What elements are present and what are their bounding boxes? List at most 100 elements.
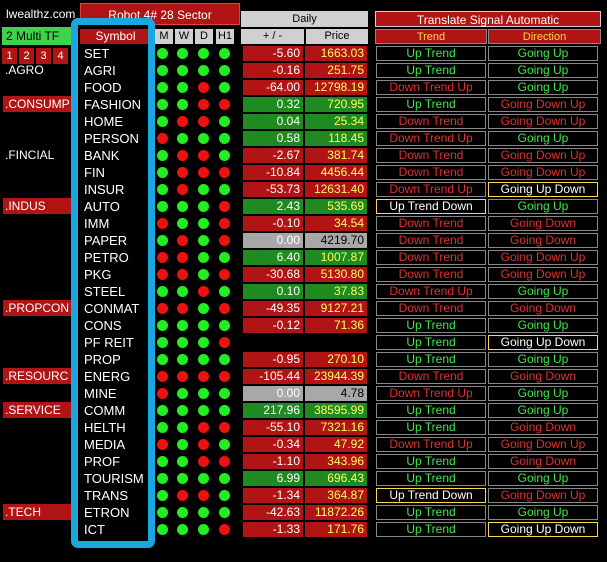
w-signal-dot: [177, 524, 188, 535]
w-signal-dot: [177, 354, 188, 365]
direction-signal-cell: Going Down Up: [488, 267, 598, 282]
d-signal-dot: [198, 48, 209, 59]
h1-signal-dot: [219, 99, 230, 110]
w-signal-dot: [177, 48, 188, 59]
h1-signal-dot: [219, 65, 230, 76]
price-cell: 270.10: [305, 352, 367, 367]
change-cell: -0.12: [243, 318, 303, 333]
m-signal-dot: [157, 303, 168, 314]
w-signal-dot: [177, 167, 188, 178]
translate-signal-header: Translate Signal Automatic: [375, 11, 601, 27]
trend-signal-cell: Down Trend Up: [376, 80, 486, 95]
m-signal-dot: [157, 184, 168, 195]
d-signal-dot: [198, 490, 209, 501]
change-cell: -10.84: [243, 165, 303, 180]
trend-signal-cell: Up Trend: [376, 352, 486, 367]
trend-signal-cell: Up Trend: [376, 63, 486, 78]
price-cell: 9127.21: [305, 301, 367, 316]
direction-signal-cell: Going Down Up: [488, 148, 598, 163]
trend-signal-cell: Down Trend: [376, 250, 486, 265]
direction-signal-cell: Going Down: [488, 369, 598, 384]
trend-signal-cell: Down Trend: [376, 233, 486, 248]
direction-signal-cell: Going Down: [488, 216, 598, 231]
m-signal-dot: [157, 150, 168, 161]
w-signal-dot: [177, 456, 188, 467]
direction-signal-cell: Going Up: [488, 386, 598, 401]
w-signal-dot: [177, 286, 188, 297]
change-cell: 0.00: [243, 233, 303, 248]
multi-tf-button[interactable]: 2 Multi TF: [2, 27, 74, 45]
d-signal-dot: [198, 354, 209, 365]
change-cell: -49.35: [243, 301, 303, 316]
direction-signal-cell: Going Down Up: [488, 250, 598, 265]
price-cell: 71.36: [305, 318, 367, 333]
h1-signal-dot: [219, 490, 230, 501]
m-signal-dot: [157, 82, 168, 93]
h1-signal-dot: [219, 167, 230, 178]
h1-signal-dot: [219, 252, 230, 263]
direction-signal-cell: Going Up: [488, 471, 598, 486]
trend-signal-cell: Down Trend: [376, 369, 486, 384]
trend-signal-cell: Down Trend: [376, 114, 486, 129]
d-signal-dot: [198, 439, 209, 450]
direction-signal-cell: Going Down Up: [488, 165, 598, 180]
h1-signal-dot: [219, 507, 230, 518]
brand-label: lwealthz.com: [6, 7, 76, 21]
direction-signal-cell: Going Up: [488, 80, 598, 95]
change-cell: -53.73: [243, 182, 303, 197]
h1-signal-dot: [219, 524, 230, 535]
m-signal-dot: [157, 388, 168, 399]
d-signal-dot: [198, 133, 209, 144]
w-signal-dot: [177, 371, 188, 382]
price-cell: 47.92: [305, 437, 367, 452]
w-signal-dot: [177, 133, 188, 144]
change-cell: -1.10: [243, 454, 303, 469]
trend-signal-cell: Up Trend Down: [376, 488, 486, 503]
direction-signal-cell: Going Down Up: [488, 437, 598, 452]
price-cell: 11872.26: [305, 505, 367, 520]
change-cell: -105.44: [243, 369, 303, 384]
m-signal-dot: [157, 235, 168, 246]
m-signal-dot: [157, 286, 168, 297]
direction-signal-cell: Going Up: [488, 318, 598, 333]
h1-signal-dot: [219, 201, 230, 212]
w-signal-dot: [177, 82, 188, 93]
d-signal-dot: [198, 422, 209, 433]
trend-signal-cell: Up Trend: [376, 454, 486, 469]
h1-signal-dot: [219, 269, 230, 280]
trend-signal-cell: Up Trend: [376, 46, 486, 61]
w-signal-dot: [177, 218, 188, 229]
m-signal-dot: [157, 252, 168, 263]
direction-signal-cell: Going Up: [488, 352, 598, 367]
h1-signal-dot: [219, 456, 230, 467]
w-signal-dot: [177, 235, 188, 246]
change-cell: -5.60: [243, 46, 303, 61]
d-signal-dot: [198, 456, 209, 467]
direction-signal-cell: Going Up: [488, 46, 598, 61]
price-cell: 34.54: [305, 216, 367, 231]
trend-signal-cell: Up Trend: [376, 403, 486, 418]
price-cell: 12631.40: [305, 182, 367, 197]
m-signal-dot: [157, 269, 168, 280]
change-cell: 6.40: [243, 250, 303, 265]
trend-signal-cell: Up Trend: [376, 318, 486, 333]
w-signal-dot: [177, 150, 188, 161]
trend-signal-cell: Up Trend Down: [376, 199, 486, 214]
m-signal-dot: [157, 490, 168, 501]
price-cell: 4456.44: [305, 165, 367, 180]
w-signal-dot: [177, 405, 188, 416]
price-cell: 118.45: [305, 131, 367, 146]
price-cell: 171.76: [305, 522, 367, 537]
h1-signal-dot: [219, 184, 230, 195]
d-signal-dot: [198, 388, 209, 399]
change-cell: 0.00: [243, 386, 303, 401]
price-cell: 535.69: [305, 199, 367, 214]
change-cell: [243, 335, 303, 350]
change-cell: 0.32: [243, 97, 303, 112]
w-signal-dot: [177, 252, 188, 263]
trend-signal-cell: Up Trend: [376, 420, 486, 435]
m-signal-dot: [157, 99, 168, 110]
trend-signal-cell: Up Trend: [376, 335, 486, 350]
w-signal-dot: [177, 337, 188, 348]
m-signal-dot: [157, 116, 168, 127]
